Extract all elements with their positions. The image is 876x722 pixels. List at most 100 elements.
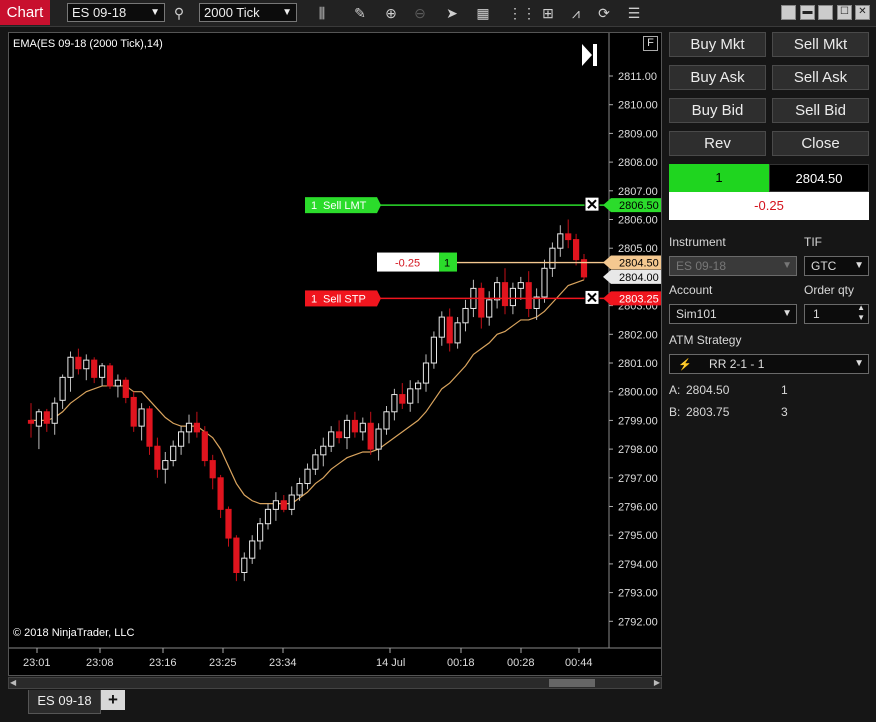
price-tick-label: 2794.00 xyxy=(618,559,658,571)
candle-down xyxy=(565,233,572,241)
bracket-b-price: 2803.75 xyxy=(686,405,730,419)
interval-selector[interactable]: 2000 Tick ▼ xyxy=(199,3,297,22)
price-tick-label: 2795.00 xyxy=(618,530,658,542)
scroll-to-end-icon[interactable] xyxy=(582,44,598,66)
atm-strategy-select[interactable]: ⚡ RR 2-1 - 1 ▼ xyxy=(669,354,869,374)
window-title: Chart xyxy=(0,0,50,25)
bracket-a-qty: 1 xyxy=(781,383,788,397)
scroll-left-icon[interactable]: ◀ xyxy=(10,678,16,688)
candle-up xyxy=(99,365,106,378)
order-qty-value: 1 xyxy=(813,307,820,321)
candle-up xyxy=(138,408,145,427)
tile-button[interactable] xyxy=(818,5,833,20)
price-tick-label: 2805.00 xyxy=(618,243,658,255)
sell-stp-label: Sell STP xyxy=(323,293,366,305)
candle-up xyxy=(422,362,430,384)
candle-up xyxy=(296,483,303,496)
pointer-icon[interactable]: ➤ xyxy=(443,4,461,22)
price-tick-label: 2808.00 xyxy=(618,157,658,169)
minimize-button[interactable]: ▬ xyxy=(800,5,815,20)
f-button[interactable]: F xyxy=(643,36,658,51)
indicators-icon[interactable]: ⋮⋮ xyxy=(508,4,536,22)
order-qty-stepper[interactable]: 1 ▲ ▼ xyxy=(804,303,869,324)
instrument-field[interactable]: ES 09-18 ▼ xyxy=(669,256,797,276)
candle-up xyxy=(241,557,248,574)
time-tick-label: 23:08 xyxy=(86,657,114,669)
candle-up xyxy=(509,287,516,307)
chevron-down-icon: ▼ xyxy=(782,308,792,319)
last-price-flag-text: 2804.00 xyxy=(619,272,659,284)
candle-up xyxy=(486,299,493,318)
candle-down xyxy=(525,282,532,309)
candle-up xyxy=(407,388,414,404)
price-tick-label: 2809.00 xyxy=(618,128,658,140)
candle-up xyxy=(114,379,122,387)
sell-lmt-tag-arrow xyxy=(377,197,381,214)
candle-up xyxy=(320,445,327,456)
sell-ask-button[interactable]: Sell Ask xyxy=(772,65,869,90)
rev-button[interactable]: Rev xyxy=(669,131,766,156)
buy-bid-button[interactable]: Buy Bid xyxy=(669,98,766,123)
close-position-button[interactable]: Close xyxy=(772,131,869,156)
refresh-icon[interactable]: ⟳ xyxy=(595,4,613,22)
price-tick-label: 2801.00 xyxy=(618,358,658,370)
candle-up xyxy=(343,419,351,439)
candle-down xyxy=(154,445,161,470)
horizontal-scrollbar[interactable]: ◀ ▶ xyxy=(8,677,662,689)
drawing-tools-icon[interactable]: ⩘ xyxy=(567,4,585,22)
price-tick-label: 2810.00 xyxy=(618,100,658,112)
atm-strategy-label: ATM Strategy xyxy=(669,333,742,347)
candle-down xyxy=(130,396,137,427)
candle-down xyxy=(201,431,208,462)
maximize-button[interactable]: ☐ xyxy=(837,5,852,20)
candle-up xyxy=(549,247,556,269)
instrument-selector-value: ES 09-18 xyxy=(72,5,127,20)
sell-bid-button[interactable]: Sell Bid xyxy=(772,98,869,123)
instrument-selector[interactable]: ES 09-18 ▼ xyxy=(67,3,165,22)
candle-up xyxy=(35,411,42,427)
interval-selector-value: 2000 Tick xyxy=(204,5,260,20)
data-box-icon[interactable]: ▦ xyxy=(474,4,492,22)
zoom-in-icon[interactable]: ⊕ xyxy=(382,4,400,22)
scroll-right-icon[interactable]: ▶ xyxy=(654,678,660,688)
candle-up xyxy=(272,500,279,510)
add-tab-button[interactable]: + xyxy=(101,690,125,710)
properties-icon[interactable]: ☰ xyxy=(625,4,643,22)
price-tick-label: 2799.00 xyxy=(618,415,658,427)
buy-ask-button[interactable]: Buy Ask xyxy=(669,65,766,90)
chart-panel[interactable]: 2811.00 2810.00 2809.00 2808.00 2807.00 2806.… xyxy=(8,32,662,676)
candle-up xyxy=(51,402,58,424)
pencil-icon[interactable]: ✎ xyxy=(351,4,369,22)
search-icon[interactable]: ⚲ xyxy=(170,4,188,22)
candle-up xyxy=(517,282,524,289)
chevron-down-icon: ▼ xyxy=(782,260,792,271)
atm-strategy-value: RR 2-1 - 1 xyxy=(709,357,765,371)
candle-up xyxy=(304,468,311,485)
zoom-out-icon[interactable]: ⊖ xyxy=(411,4,429,22)
time-tick-label: 00:44 xyxy=(565,657,593,669)
price-tick-label: 2793.00 xyxy=(618,588,658,600)
position-qty: 1 xyxy=(444,258,450,270)
account-select[interactable]: Sim101 ▼ xyxy=(669,304,797,324)
close-button[interactable]: ✕ xyxy=(855,5,870,20)
minimize-link-button[interactable] xyxy=(781,5,796,20)
sell-stp-qty: 1 xyxy=(311,293,317,305)
scrollbar-thumb[interactable] xyxy=(549,679,595,687)
candle-down xyxy=(43,411,50,424)
time-tick-label: 23:34 xyxy=(269,657,297,669)
candle-down xyxy=(351,419,358,433)
strategies-icon[interactable]: ⊞ xyxy=(539,4,557,22)
bracket-a-label: A: xyxy=(669,383,681,397)
tif-select[interactable]: GTC ▼ xyxy=(804,256,869,276)
price-tick-label: 2800.00 xyxy=(618,387,658,399)
candle-up xyxy=(264,508,272,525)
stepper-arrows-icon[interactable]: ▲ ▼ xyxy=(857,303,865,323)
candle-down xyxy=(122,379,129,398)
buy-mkt-button[interactable]: Buy Mkt xyxy=(669,32,766,57)
bar-type-icon[interactable]: ⫼ xyxy=(313,4,331,22)
price-chart[interactable]: 2811.00 2810.00 2809.00 2808.00 2807.00 2806.… xyxy=(9,33,661,675)
candle-up xyxy=(328,431,335,447)
tab-es-09-18[interactable]: ES 09-18 xyxy=(28,690,101,714)
sell-mkt-button[interactable]: Sell Mkt xyxy=(772,32,869,57)
candle-up xyxy=(67,356,74,378)
